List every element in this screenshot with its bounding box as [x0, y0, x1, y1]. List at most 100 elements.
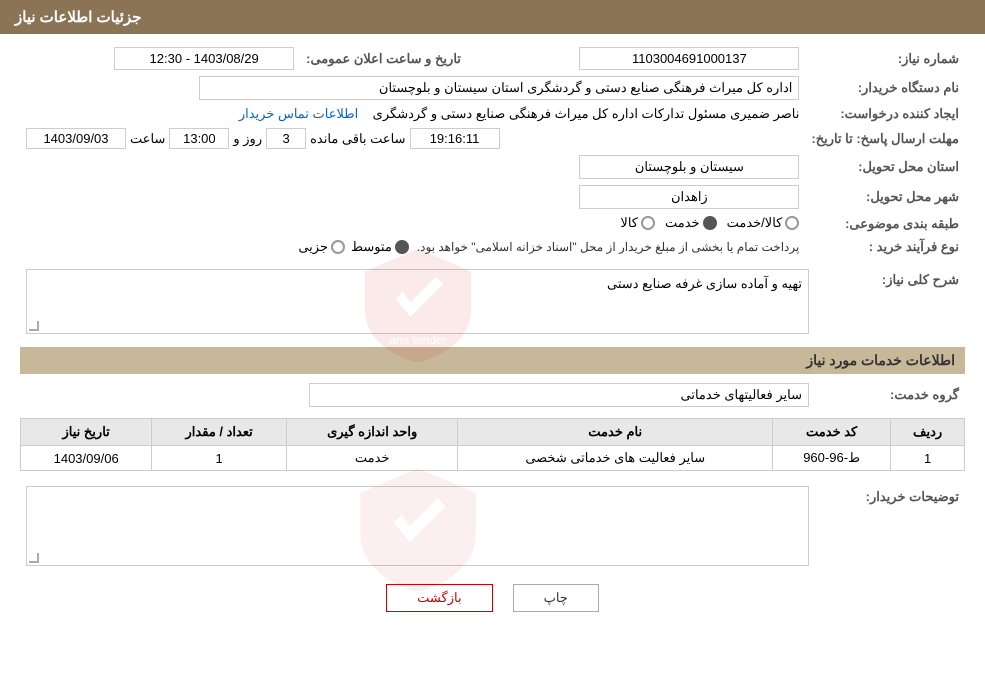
- tabaghebandi-khedmat-label: خدمت: [665, 215, 700, 231]
- tabaghebandi-khedmat-radio[interactable]: [703, 216, 717, 230]
- info-table: شماره نیاز: 1103004691000137 تاریخ و ساع…: [20, 44, 965, 258]
- col-radif: ردیف: [891, 419, 965, 446]
- table-row: 1ط-96-960سایر فعالیت های خدماتی شخصیخدمت…: [21, 446, 965, 471]
- noe-farayand-label: نوع فرآیند خرید :: [805, 236, 965, 258]
- sharh-table: شرح کلی نیاز: ana tender تهیه و آماده سا…: [20, 266, 965, 337]
- nam-dastgah-row: نام دستگاه خریدار: اداره کل میراث فرهنگی…: [20, 73, 965, 103]
- col-count: تعداد / مقدار: [152, 419, 287, 446]
- tabaghebandi-kala-label: کالا: [620, 215, 638, 231]
- noe-farayand-value: متوسط جزیی پرداخت تمام یا بخشی از مبلغ خ…: [20, 236, 805, 258]
- shahr-row: شهر محل تحویل: زاهدان: [20, 182, 965, 212]
- nam-dastgah-label: نام دستگاه خریدار:: [805, 73, 965, 103]
- mohlat-baqi-box: 19:16:11: [410, 128, 500, 149]
- noe-farayand-motavasset-label: متوسط: [351, 239, 392, 255]
- ijad-konande-row: ایجاد کننده درخواست: ناصر ضمیری مسئول تد…: [20, 103, 965, 125]
- tabaghebandi-kala-khedmat-label: کالا/خدمت: [727, 215, 783, 231]
- grooh-value-cell: سایر فعالیتهای خدماتی: [20, 380, 815, 410]
- tozihat-watermark-icon: [318, 461, 518, 591]
- cell-date: 1403/09/06: [21, 446, 152, 471]
- cell-unit: خدمت: [286, 446, 457, 471]
- back-button[interactable]: بازگشت: [386, 584, 492, 612]
- sharh-box: ana tender تهیه و آماده سازی غرفه صنایع …: [26, 269, 809, 334]
- sharh-value-cell: ana tender تهیه و آماده سازی غرفه صنایع …: [20, 266, 815, 337]
- shahr-value: زاهدان: [20, 182, 805, 212]
- services-table-body: 1ط-96-960سایر فعالیت های خدماتی شخصیخدمت…: [21, 446, 965, 471]
- ostan-label: استان محل تحویل:: [805, 152, 965, 182]
- mohlat-roz-label: روز و: [233, 131, 262, 147]
- tabaghebandi-kala-khedmat-radio[interactable]: [785, 216, 799, 230]
- noe-farayand-radios: متوسط جزیی: [298, 239, 409, 255]
- sharh-text: تهیه و آماده سازی غرفه صنایع دستی: [607, 276, 802, 291]
- col-date: تاریخ نیاز: [21, 419, 152, 446]
- col-unit: واحد اندازه گیری: [286, 419, 457, 446]
- ostan-row: استان محل تحویل: سیستان و بلوچستان: [20, 152, 965, 182]
- mohlat-value: 19:16:11 ساعت باقی مانده 3 روز و 13:00 س…: [20, 125, 805, 152]
- cell-count: 1: [152, 446, 287, 471]
- mohlat-saat-box: 13:00: [169, 128, 229, 149]
- cell-radif: 1: [891, 446, 965, 471]
- mohlat-datetime-row: 19:16:11 ساعت باقی مانده 3 روز و 13:00 س…: [26, 128, 799, 149]
- ijad-konande-value: ناصر ضمیری مسئول تدارکات اداره کل میراث …: [20, 103, 805, 125]
- shomara-niaz-value: 1103004691000137: [467, 44, 805, 73]
- shomara-niaz-row: شماره نیاز: 1103004691000137 تاریخ و ساع…: [20, 44, 965, 73]
- watermark-icon: ana tender: [328, 242, 508, 362]
- ijad-konande-link[interactable]: اطلاعات تماس خریدار: [239, 106, 358, 121]
- shomara-niaz-label: شماره نیاز:: [805, 44, 965, 73]
- tozihat-table: توضیحات خریدار:: [20, 483, 965, 569]
- tozihat-resize-handle[interactable]: [29, 553, 39, 563]
- mohlat-baqi-label: ساعت باقی مانده: [310, 131, 405, 147]
- sharh-resize-handle[interactable]: [29, 321, 39, 331]
- noe-farayand-motavasset-radio[interactable]: [395, 240, 409, 254]
- tabaghebandi-kala-item[interactable]: کالا: [620, 215, 655, 231]
- mohlat-row: مهلت ارسال پاسخ: تا تاریخ: 19:16:11 ساعت…: [20, 125, 965, 152]
- ostan-box: سیستان و بلوچستان: [579, 155, 799, 179]
- grooh-box: سایر فعالیتهای خدماتی: [309, 383, 809, 407]
- shahr-box: زاهدان: [579, 185, 799, 209]
- col-code: کد خدمت: [773, 419, 891, 446]
- tarikh-label: تاریخ و ساعت اعلان عمومی:: [300, 44, 467, 73]
- nam-dastgah-box: اداره کل میراث فرهنگی صنایع دستی و گردشگ…: [199, 76, 799, 100]
- services-table: ردیف کد خدمت نام خدمت واحد اندازه گیری ت…: [20, 418, 965, 471]
- tabaghebandi-row: طبقه بندی موضوعی: کالا/خدمت خدمت: [20, 212, 965, 236]
- tarikh-box: 1403/08/29 - 12:30: [114, 47, 294, 70]
- tarikh-value: 1403/08/29 - 12:30: [20, 44, 300, 73]
- main-content: شماره نیاز: 1103004691000137 تاریخ و ساع…: [0, 34, 985, 637]
- shomara-niaz-box: 1103004691000137: [579, 47, 799, 70]
- mohlat-saat-label: ساعت: [130, 131, 165, 147]
- noe-farayand-container: متوسط جزیی پرداخت تمام یا بخشی از مبلغ خ…: [26, 239, 799, 255]
- col-name: نام خدمت: [458, 419, 773, 446]
- noe-farayand-jozei-radio[interactable]: [331, 240, 345, 254]
- tabaghebandi-value: کالا/خدمت خدمت کالا: [20, 212, 805, 236]
- grooh-row: گروه خدمت: سایر فعالیتهای خدماتی: [20, 380, 965, 410]
- tozihat-box: [26, 486, 809, 566]
- services-table-head: ردیف کد خدمت نام خدمت واحد اندازه گیری ت…: [21, 419, 965, 446]
- tabaghebandi-radio-group: کالا/خدمت خدمت کالا: [620, 215, 799, 231]
- shahr-label: شهر محل تحویل:: [805, 182, 965, 212]
- page-title: جزئیات اطلاعات نیاز: [15, 9, 142, 26]
- nam-dastgah-value: اداره کل میراث فرهنگی صنایع دستی و گردشگ…: [20, 73, 805, 103]
- noe-farayand-desc: پرداخت تمام یا بخشی از مبلغ خریدار از مح…: [417, 240, 800, 254]
- cell-name: سایر فعالیت های خدماتی شخصی: [458, 446, 773, 471]
- tabaghebandi-label: طبقه بندی موضوعی:: [805, 212, 965, 236]
- ostan-value: سیستان و بلوچستان: [20, 152, 805, 182]
- tozihat-label: توضیحات خریدار:: [815, 483, 965, 569]
- noe-farayand-jozei-item[interactable]: جزیی: [298, 239, 345, 255]
- services-header-row: ردیف کد خدمت نام خدمت واحد اندازه گیری ت…: [21, 419, 965, 446]
- cell-code: ط-96-960: [773, 446, 891, 471]
- mohlat-date-box: 1403/09/03: [26, 128, 126, 149]
- ijad-konande-label: ایجاد کننده درخواست:: [805, 103, 965, 125]
- noe-farayand-motavasset-item[interactable]: متوسط: [351, 239, 409, 255]
- mohlat-label: مهلت ارسال پاسخ: تا تاریخ:: [805, 125, 965, 152]
- bottom-buttons: چاپ بازگشت: [20, 584, 965, 612]
- mohlat-roz-box: 3: [266, 128, 306, 149]
- grooh-table: گروه خدمت: سایر فعالیتهای خدماتی: [20, 380, 965, 410]
- tozihat-value-cell: [20, 483, 815, 569]
- sharh-row: شرح کلی نیاز: ana tender تهیه و آماده سا…: [20, 266, 965, 337]
- page-wrapper: جزئیات اطلاعات نیاز شماره نیاز: 11030046…: [0, 0, 985, 691]
- tabaghebandi-kala-khedmat-item[interactable]: کالا/خدمت: [727, 215, 800, 231]
- khadamat-section-title: اطلاعات خدمات مورد نیاز: [20, 347, 965, 374]
- noe-farayand-jozei-label: جزیی: [298, 239, 328, 255]
- tabaghebandi-khedmat-item[interactable]: خدمت: [665, 215, 717, 231]
- print-button[interactable]: چاپ: [513, 584, 599, 612]
- tabaghebandi-kala-radio[interactable]: [641, 216, 655, 230]
